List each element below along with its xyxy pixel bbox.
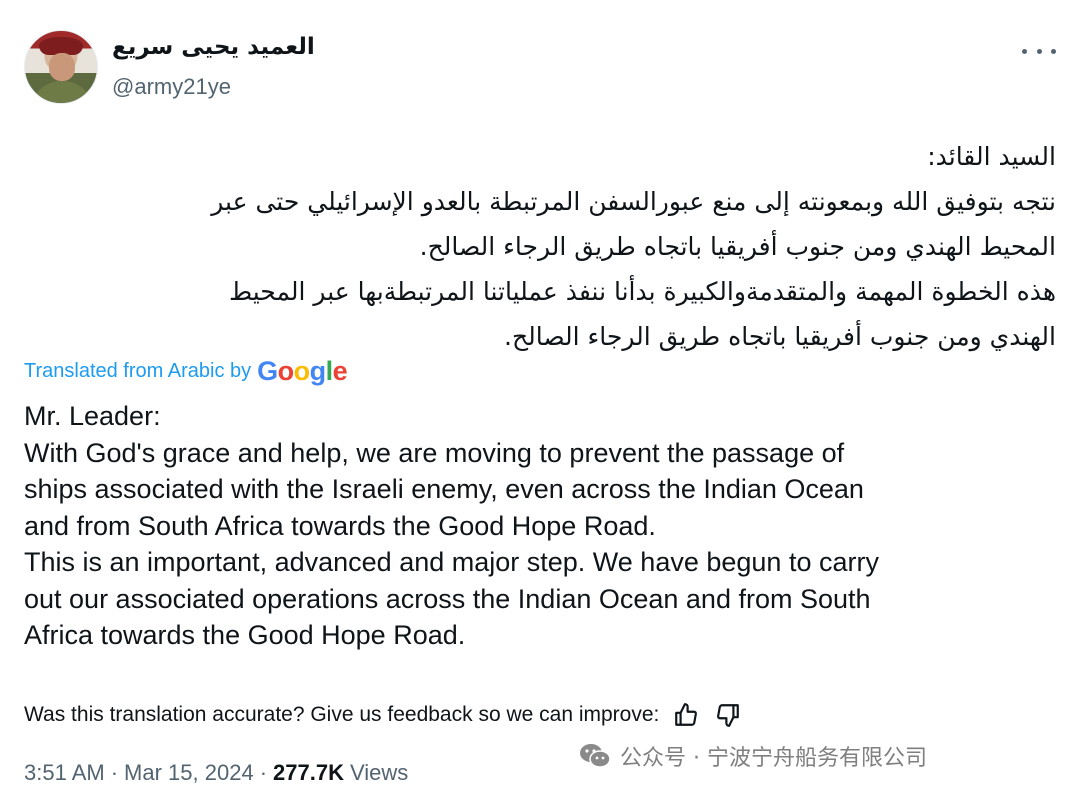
translated-label: Translated from Arabic by [24,360,252,382]
english-line: Mr. Leader: [24,401,161,431]
tweet-translated-text: Mr. Leader: With God's grace and help, w… [24,398,1056,654]
tweet-original-text: السيد القائد: نتجه بتوفيق الله وبمعونته … [24,134,1056,359]
arabic-line: السيد القائد: [927,142,1056,171]
views-label: Views [349,760,409,785]
wechat-icon [580,744,611,768]
english-line: With God's grace and help, we are moving… [24,437,845,468]
watermark: 公众号 · 宁波宁舟船务有限公司 [578,740,927,772]
arabic-line: الهندي ومن جنوب أفريقيا باتجاه طريق الرج… [504,322,1056,351]
google-logo: Google [257,356,348,386]
display-name[interactable]: العميد يحيى سريع [112,34,315,60]
english-line: Africa towards the Good Hope Road. [24,620,466,650]
tweet-date[interactable]: Mar 15, 2024 [124,760,254,786]
watermark-text: 公众号 · 宁波宁舟船务有限公司 [620,746,927,771]
english-line: and from South Africa towards the Good H… [24,510,656,541]
arabic-line: المحيط الهندي ومن جنوب أفريقيا باتجاه طر… [419,232,1056,261]
thumbs-up-icon[interactable] [671,700,701,730]
handle[interactable]: @army21ye [112,74,231,100]
english-line: This is an important, advanced and major… [24,547,879,577]
meta-separator: · [110,760,119,785]
more-icon[interactable] [1022,40,1056,62]
english-line: ships associated with the Israeli enemy,… [24,474,864,504]
avatar[interactable] [24,30,98,104]
english-line: out our associated operations across the… [24,583,871,614]
translation-feedback: Was this translation accurate? Give us f… [24,700,743,730]
tweet-meta: 3:51 AM · Mar 15, 2024 · 277.7K Views [24,760,408,786]
views-count: 277.7K [273,760,344,785]
translated-from-link[interactable]: Translated from Arabic by Google [24,356,348,387]
meta-separator: · [259,760,268,785]
tweet-time[interactable]: 3:51 AM [24,760,105,786]
arabic-line: نتجه بتوفيق الله وبمعونته إلى منع عبورال… [211,187,1056,216]
thumbs-down-icon[interactable] [713,700,743,730]
feedback-prompt: Was this translation accurate? Give us f… [24,703,660,726]
arabic-line: هذه الخطوة المهمة والمتقدمةوالكبيرة بدأن… [229,277,1056,306]
